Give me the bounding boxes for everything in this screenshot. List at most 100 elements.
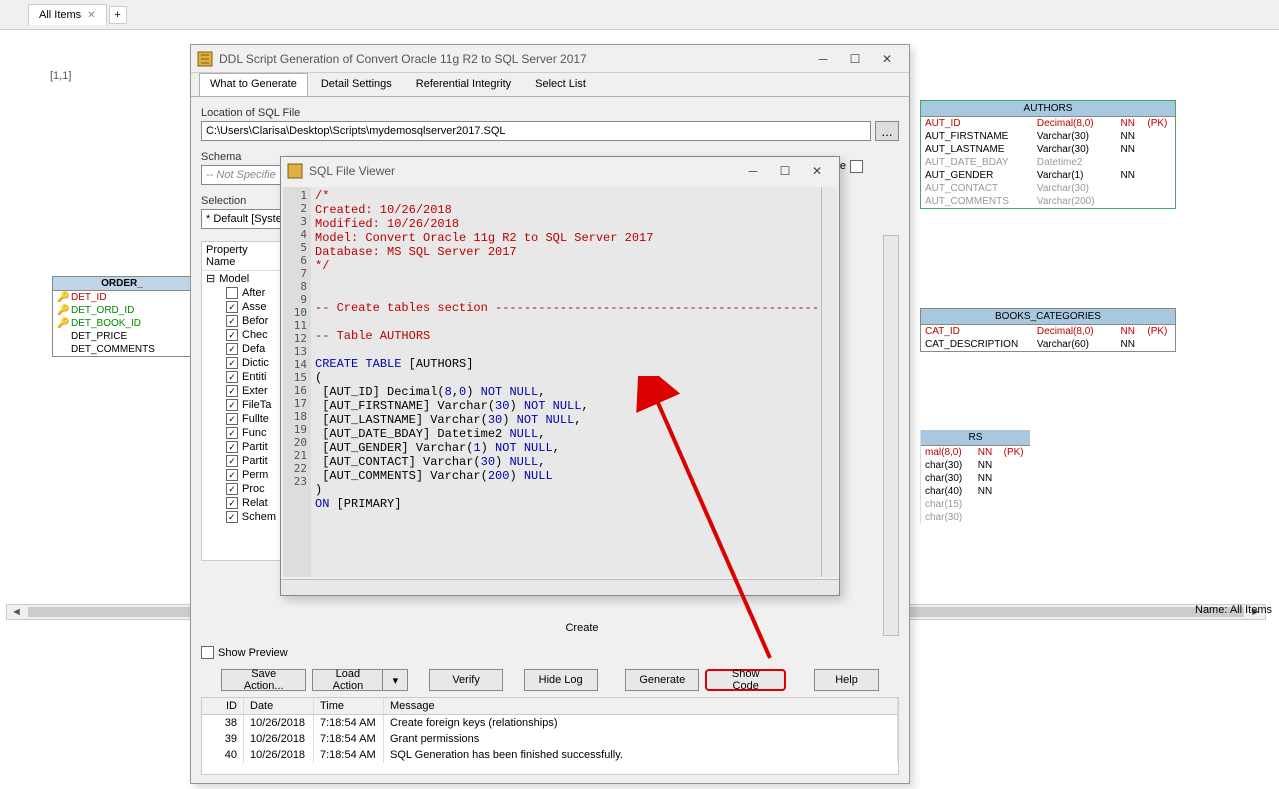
table-column: 🔑DET_BOOK_ID <box>53 317 191 330</box>
generate-button[interactable]: Generate <box>625 669 699 691</box>
tree-item[interactable]: Chec <box>202 328 280 342</box>
entity-title: AUTHORS <box>921 101 1175 117</box>
load-action-dropdown[interactable]: ▾ <box>382 669 408 691</box>
log-table: ID Date Time Message 3810/26/20187:18:54… <box>201 697 899 775</box>
location-input[interactable] <box>201 121 871 141</box>
status-name-label: Name: All Items <box>1195 604 1277 616</box>
tree-item[interactable]: Schem <box>202 510 280 524</box>
table-column: char(30) <box>921 511 1030 524</box>
coord-label: [1,1] <box>50 70 71 82</box>
table-column: char(30)NN <box>921 472 1030 485</box>
browse-button[interactable]: ... <box>875 121 899 141</box>
entity-title: BOOKS_CATEGORIES <box>921 309 1175 325</box>
tree-item[interactable]: Func <box>202 426 280 440</box>
show-preview-checkbox[interactable] <box>201 646 214 659</box>
dialog-titlebar[interactable]: DDL Script Generation of Convert Oracle … <box>191 45 909 73</box>
entity-authors[interactable]: AUTHORS AUT_IDDecimal(8,0)NN(PK)AUT_FIRS… <box>920 100 1176 209</box>
location-label: Location of SQL File <box>201 107 899 119</box>
log-header-id[interactable]: ID <box>202 698 244 714</box>
horizontal-scrollbar[interactable] <box>281 579 839 595</box>
maximize-button[interactable]: ☐ <box>769 160 801 182</box>
schema-input[interactable] <box>201 165 281 185</box>
table-column: AUT_CONTACTVarchar(30) <box>921 182 1175 195</box>
save-action-button[interactable]: Save Action... <box>221 669 306 691</box>
table-column: 🔑DET_ORD_ID <box>53 304 191 317</box>
tree-item[interactable]: Entiti <box>202 370 280 384</box>
app-icon <box>197 51 213 67</box>
code-area[interactable]: /*Created: 10/26/2018Modified: 10/26/201… <box>311 187 821 577</box>
tab-label: All Items <box>39 9 81 21</box>
dialog-title: DDL Script Generation of Convert Oracle … <box>219 52 807 66</box>
table-column: AUT_GENDERVarchar(1)NN <box>921 169 1175 182</box>
load-action-button[interactable]: Load Action <box>312 669 382 691</box>
table-column: char(30)NN <box>921 459 1030 472</box>
log-row[interactable]: 3810/26/20187:18:54 AMCreate foreign key… <box>202 715 898 731</box>
log-row[interactable]: 3910/26/20187:18:54 AMGrant permissions <box>202 731 898 747</box>
table-column: AUT_IDDecimal(8,0)NN(PK) <box>921 117 1175 130</box>
table-column: CAT_IDDecimal(8,0)NN(PK) <box>921 325 1175 338</box>
table-column: DET_PRICE <box>53 330 191 343</box>
hide-log-button[interactable]: Hide Log <box>524 669 598 691</box>
table-column: AUT_FIRSTNAMEVarchar(30)NN <box>921 130 1175 143</box>
table-column: mal(8,0)NN(PK) <box>921 446 1030 459</box>
line-gutter: 1234567891011121314151617181920212223 <box>283 187 311 577</box>
document-tab-bar: All Items ✕ + <box>0 0 1279 30</box>
close-button[interactable]: ✕ <box>871 48 903 70</box>
tree-item[interactable]: Befor <box>202 314 280 328</box>
create-label: Create <box>281 622 883 636</box>
maximize-button[interactable]: ☐ <box>839 48 871 70</box>
tab-select-list[interactable]: Select List <box>524 73 597 96</box>
file-checkbox[interactable] <box>850 160 863 173</box>
table-column: CAT_DESCRIPTIONVarchar(60)NN <box>921 338 1175 351</box>
tree-item[interactable]: Perm <box>202 468 280 482</box>
tab-referential-integrity[interactable]: Referential Integrity <box>405 73 522 96</box>
tree-item[interactable]: Defa <box>202 342 280 356</box>
property-name-header: Property Name <box>202 242 280 271</box>
vertical-scrollbar[interactable] <box>883 235 899 636</box>
tree-item[interactable]: After <box>202 286 280 300</box>
add-tab-button[interactable]: + <box>109 6 127 24</box>
tree-item[interactable]: Exter <box>202 384 280 398</box>
help-button[interactable]: Help <box>814 669 879 691</box>
vertical-scrollbar[interactable] <box>821 187 837 577</box>
minimize-button[interactable]: ─ <box>807 48 839 70</box>
log-header-message[interactable]: Message <box>384 698 898 714</box>
tree-item[interactable]: FileTa <box>202 398 280 412</box>
tab-what-to-generate[interactable]: What to Generate <box>199 73 308 96</box>
table-column: DET_COMMENTS <box>53 343 191 356</box>
tree-item[interactable]: Partit <box>202 440 280 454</box>
tree-model-label: Model <box>219 273 249 285</box>
tree-item[interactable]: Relat <box>202 496 280 510</box>
entity-title: RS <box>921 430 1030 446</box>
show-preview-label: Show Preview <box>218 647 288 659</box>
tree-item[interactable]: Dictic <box>202 356 280 370</box>
table-column: char(15) <box>921 498 1030 511</box>
table-column: AUT_LASTNAMEVarchar(30)NN <box>921 143 1175 156</box>
property-tree[interactable]: Property Name ⊟Model AfterAsseBeforChecD… <box>201 241 281 561</box>
log-header-time[interactable]: Time <box>314 698 384 714</box>
log-header-date[interactable]: Date <box>244 698 314 714</box>
tab-detail-settings[interactable]: Detail Settings <box>310 73 403 96</box>
schema-label: Schema <box>201 151 281 163</box>
close-icon[interactable]: ✕ <box>87 10 95 21</box>
entity-rows: 🔑DET_ID🔑DET_ORD_ID🔑DET_BOOK_IDDET_PRICED… <box>53 291 191 356</box>
viewer-titlebar[interactable]: SQL File Viewer ─ ☐ ✕ <box>281 157 839 185</box>
show-code-button[interactable]: Show Code <box>705 669 786 691</box>
tab-all-items[interactable]: All Items ✕ <box>28 4 107 25</box>
minimize-button[interactable]: ─ <box>737 160 769 182</box>
sql-file-viewer: SQL File Viewer ─ ☐ ✕ 123456789101112131… <box>280 156 840 596</box>
app-icon <box>287 163 303 179</box>
entity-title: ORDER_ <box>53 277 191 291</box>
close-button[interactable]: ✕ <box>801 160 833 182</box>
tree-item[interactable]: Partit <box>202 454 280 468</box>
tree-item[interactable]: Fullte <box>202 412 280 426</box>
entity-rs-partial: RS mal(8,0)NN(PK)char(30)NNchar(30)NNcha… <box>920 430 1030 524</box>
viewer-title-text: SQL File Viewer <box>309 164 737 178</box>
tree-item[interactable]: Proc <box>202 482 280 496</box>
verify-button[interactable]: Verify <box>429 669 503 691</box>
entity-books-categories[interactable]: BOOKS_CATEGORIES CAT_IDDecimal(8,0)NN(PK… <box>920 308 1176 352</box>
log-row[interactable]: 4010/26/20187:18:54 AMSQL Generation has… <box>202 747 898 763</box>
entity-order[interactable]: ORDER_ 🔑DET_ID🔑DET_ORD_ID🔑DET_BOOK_IDDET… <box>52 276 192 357</box>
tree-item[interactable]: Asse <box>202 300 280 314</box>
table-column: 🔑DET_ID <box>53 291 191 304</box>
